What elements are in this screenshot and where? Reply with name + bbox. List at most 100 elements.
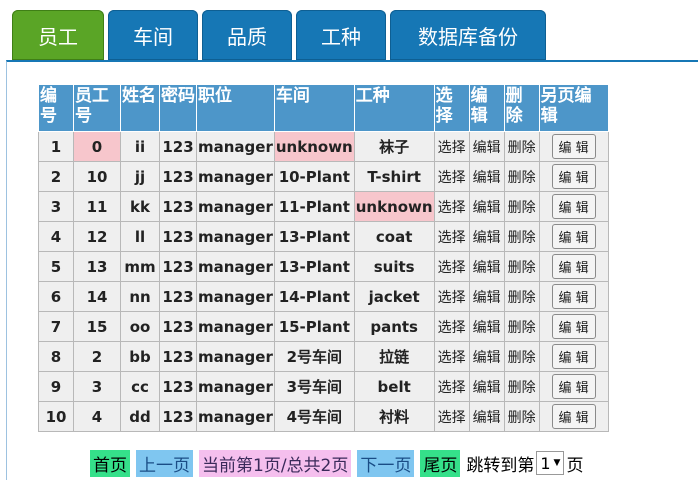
cell-worktype-cell: 衬料	[353, 401, 435, 432]
cell-emp-no-cell: 13	[73, 251, 121, 282]
edit-link-cell[interactable]: 编辑	[468, 281, 505, 312]
select-link-cell[interactable]: 选择	[433, 251, 470, 282]
delete-link-cell[interactable]: 删除	[503, 401, 540, 432]
select-link-cell[interactable]: 选择	[433, 311, 470, 342]
edit-page-button-cell: 编 辑	[538, 161, 609, 192]
edit-link-cell[interactable]: 编辑	[468, 371, 505, 402]
edit-page-button[interactable]: 编 辑	[551, 374, 596, 399]
last-page-link[interactable]: 尾页	[420, 449, 461, 477]
cell-workshop-cell: 13-Plant	[273, 251, 355, 282]
cell-position-cell: manager	[196, 401, 275, 432]
cell-name-cell: bb	[120, 341, 160, 372]
delete-link-cell[interactable]: 删除	[503, 251, 540, 282]
edit-page-button[interactable]: 编 辑	[551, 284, 596, 309]
edit-link-cell[interactable]: 编辑	[468, 131, 505, 162]
table-row: 6 14 nn 123 manager 14-Plant jacket 选择 编辑 删除编 辑	[38, 281, 609, 312]
select-link-cell[interactable]: 选择	[433, 161, 470, 192]
cell-name-cell: jj	[120, 161, 160, 192]
cell-position-cell: manager	[196, 161, 275, 192]
edit-page-button[interactable]: 编 辑	[551, 314, 596, 339]
cell-worktype-cell: T-shirt	[353, 161, 435, 192]
page-jump-value: 1	[540, 453, 551, 473]
cell-id-cell: 10	[38, 401, 74, 432]
cell-position-cell: manager	[196, 311, 275, 342]
cell-password-cell: 123	[159, 161, 197, 192]
cell-worktype-cell: unknown	[353, 191, 435, 222]
select-link-cell[interactable]: 选择	[433, 131, 470, 162]
tab-worktype[interactable]: 工种	[296, 10, 386, 60]
delete-link-cell[interactable]: 删除	[503, 221, 540, 252]
cell-name-cell: mm	[120, 251, 160, 282]
cell-id-cell: 4	[38, 221, 74, 252]
select-link-cell[interactable]: 选择	[433, 371, 470, 402]
edit-link-cell[interactable]: 编辑	[468, 401, 505, 432]
edit-page-button[interactable]: 编 辑	[551, 194, 596, 219]
tab-quality[interactable]: 品质	[202, 10, 292, 60]
edit-link-cell[interactable]: 编辑	[468, 311, 505, 342]
page-jump-select[interactable]: 1 ▼	[536, 451, 565, 475]
first-page-link[interactable]: 首页	[90, 449, 130, 477]
edit-page-button[interactable]: 编 辑	[551, 254, 596, 279]
cell-emp-no-cell: 3	[73, 371, 121, 402]
edit-page-button[interactable]: 编 辑	[551, 134, 596, 159]
cell-id-cell: 2	[38, 161, 74, 192]
select-link-cell[interactable]: 选择	[433, 281, 470, 312]
tab-db-backup[interactable]: 数据库备份	[390, 10, 546, 60]
delete-link-cell[interactable]: 删除	[503, 281, 540, 312]
cell-position-cell: manager	[196, 281, 275, 312]
cell-password-cell: 123	[159, 341, 197, 372]
cell-position-cell: manager	[196, 221, 275, 252]
cell-id-cell: 9	[38, 371, 74, 402]
next-page-link[interactable]: 下一页	[357, 449, 415, 477]
col-header-name: 姓名	[120, 84, 160, 132]
select-link-cell[interactable]: 选择	[433, 341, 470, 372]
cell-name-cell: nn	[120, 281, 160, 312]
cell-worktype-cell: 拉链	[353, 341, 435, 372]
cell-workshop-cell: 2号车间	[273, 341, 355, 372]
cell-workshop-cell: unknown	[273, 131, 355, 162]
cell-worktype-cell: jacket	[353, 281, 435, 312]
cell-position-cell: manager	[196, 131, 275, 162]
tab-employee[interactable]: 员工	[12, 10, 104, 60]
edit-link-cell[interactable]: 编辑	[468, 341, 505, 372]
edit-page-button-cell: 编 辑	[538, 371, 609, 402]
edit-link-cell[interactable]: 编辑	[468, 221, 505, 252]
table-row: 3 11 kk 123 manager 11-Plant unknown 选择 编辑 删除编 辑	[38, 191, 609, 222]
cell-emp-no-cell: 4	[73, 401, 121, 432]
cell-emp-no-cell: 11	[73, 191, 121, 222]
page-status: 当前第1页/总共2页	[199, 449, 352, 477]
delete-link-cell[interactable]: 删除	[503, 311, 540, 342]
delete-link-cell[interactable]: 删除	[503, 131, 540, 162]
edit-page-button-cell: 编 辑	[538, 341, 609, 372]
col-header-password: 密码	[159, 84, 197, 132]
cell-position-cell: manager	[196, 371, 275, 402]
delete-link-cell[interactable]: 删除	[503, 341, 540, 372]
edit-link-cell[interactable]: 编辑	[468, 161, 505, 192]
edit-link-cell[interactable]: 编辑	[468, 191, 505, 222]
col-header-emp-no: 员工号	[73, 84, 121, 132]
delete-link-cell[interactable]: 删除	[503, 161, 540, 192]
cell-name-cell: oo	[120, 311, 160, 342]
cell-id-cell: 1	[38, 131, 74, 162]
jump-label: 跳转到第	[466, 455, 535, 476]
delete-link-cell[interactable]: 删除	[503, 371, 540, 402]
edit-page-button[interactable]: 编 辑	[551, 404, 596, 429]
edit-link-cell[interactable]: 编辑	[468, 251, 505, 282]
cell-password-cell: 123	[159, 221, 197, 252]
select-link-cell[interactable]: 选择	[433, 221, 470, 252]
cell-position-cell: manager	[196, 191, 275, 222]
select-link-cell[interactable]: 选择	[433, 191, 470, 222]
cell-name-cell: kk	[120, 191, 160, 222]
cell-password-cell: 123	[159, 251, 197, 282]
table-row: 8 2 bb 123 manager 2号车间 拉链 选择 编辑 删除编 辑	[38, 341, 609, 372]
cell-worktype-cell: pants	[353, 311, 435, 342]
edit-page-button[interactable]: 编 辑	[551, 344, 596, 369]
select-link-cell[interactable]: 选择	[433, 401, 470, 432]
cell-id-cell: 5	[38, 251, 74, 282]
tab-workshop[interactable]: 车间	[108, 10, 198, 60]
edit-page-button[interactable]: 编 辑	[551, 224, 596, 249]
delete-link-cell[interactable]: 删除	[503, 191, 540, 222]
prev-page-link[interactable]: 上一页	[136, 449, 193, 477]
edit-page-button-cell: 编 辑	[538, 251, 609, 282]
edit-page-button[interactable]: 编 辑	[551, 164, 596, 189]
